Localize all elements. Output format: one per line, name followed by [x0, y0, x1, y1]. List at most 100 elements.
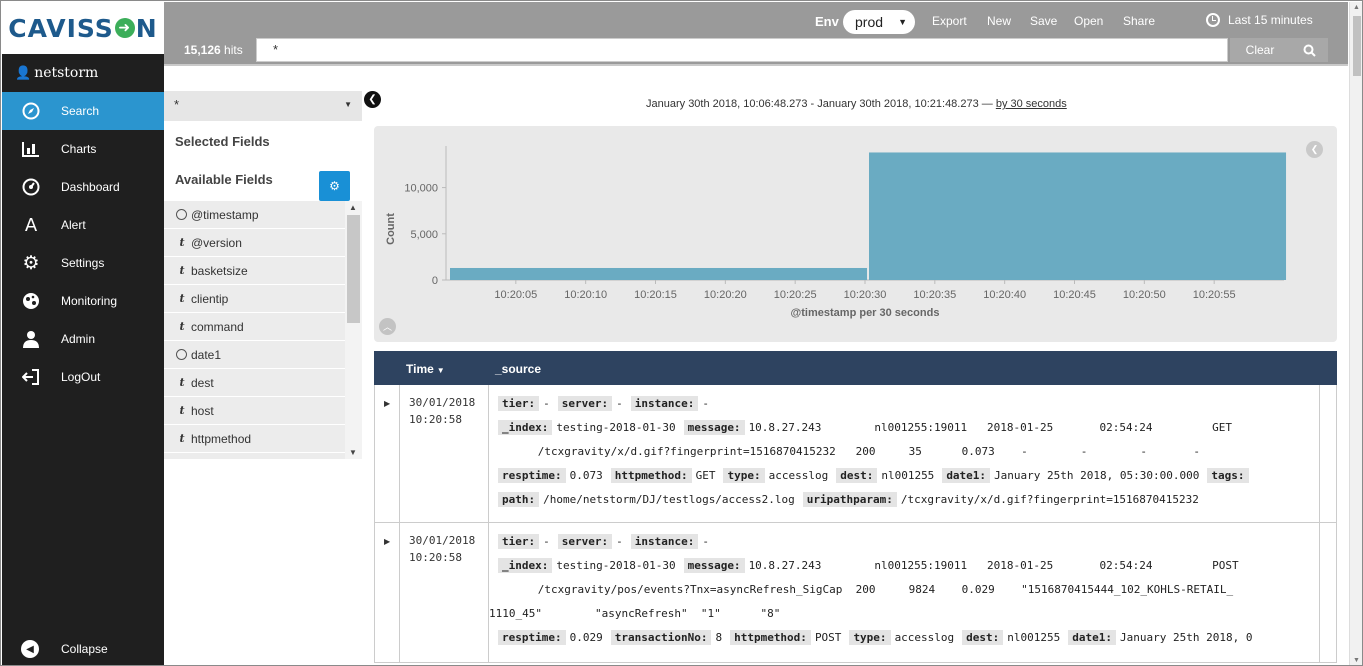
field-key[interactable]: transactionNo:	[610, 630, 712, 645]
source-cell: tier: - server: - instance: - _index: testing-2…	[489, 523, 1320, 662]
scroll-down-icon[interactable]: ▼	[349, 448, 357, 457]
field-item[interactable]: t basketsize	[164, 257, 345, 285]
field-key[interactable]: type:	[723, 468, 765, 483]
field-key[interactable]: message:	[683, 420, 745, 435]
x-axis-label: @timestamp per 30 seconds	[791, 307, 940, 319]
sidebar-item-admin[interactable]: Admin	[2, 320, 164, 358]
page-scrollbar[interactable]: ▲ ▼	[1349, 2, 1362, 665]
field-value: -	[702, 397, 709, 410]
field-settings-button[interactable]: ⚙	[319, 171, 350, 201]
chevron-left-icon: ◀	[21, 640, 39, 658]
field-value: -	[543, 535, 550, 548]
field-key[interactable]: resptime:	[498, 468, 566, 483]
field-item[interactable]: t command	[164, 313, 345, 341]
field-value: 0.029	[569, 631, 603, 644]
field-item[interactable]: t host	[164, 397, 345, 425]
field-key[interactable]: date1:	[942, 468, 991, 483]
field-key[interactable]: path:	[498, 492, 540, 507]
field-key[interactable]: tier:	[498, 534, 540, 549]
field-key[interactable]: server:	[557, 534, 613, 549]
histogram-bar	[869, 152, 1287, 280]
field-item[interactable]: t httpmethod	[164, 425, 345, 453]
x-tick-label: 10:20:20	[704, 289, 747, 301]
sidebar-item-label: Charts	[61, 142, 97, 156]
x-tick-label: 10:20:50	[1123, 289, 1166, 301]
time-range-picker[interactable]: Last 15 minutes	[1206, 13, 1313, 27]
field-key[interactable]: _index:	[498, 558, 553, 573]
field-key[interactable]: date1:	[1068, 630, 1117, 645]
sidebar-item-monitoring[interactable]: Monitoring	[2, 282, 164, 320]
sidebar-item-logout[interactable]: LogOut	[2, 358, 164, 396]
chart-collapse-button[interactable]: ❮	[1306, 141, 1323, 158]
scrollbar-thumb[interactable]	[1353, 16, 1361, 76]
chart-toggle-button[interactable]: ︿	[379, 318, 396, 335]
collapse-button[interactable]: ◀ Collapse	[2, 632, 164, 665]
field-item[interactable]: date1	[164, 341, 345, 369]
sidebar-item-charts[interactable]: Charts	[2, 130, 164, 168]
sidebar-item-alert[interactable]: A Alert	[2, 206, 164, 244]
time-range-label: Last 15 minutes	[1228, 13, 1313, 27]
sidebar: CAVISS ➜ N 👤 netstorm Search Charts Dashboar…	[2, 2, 164, 665]
expand-row-icon[interactable]: ▶	[384, 399, 390, 408]
field-key[interactable]: instance:	[630, 396, 699, 411]
fields-scrollbar[interactable]: ▲ ▼	[345, 201, 362, 459]
field-value: 0.073	[569, 469, 603, 482]
search-input[interactable]: *	[256, 38, 1228, 62]
field-key[interactable]: type:	[849, 630, 891, 645]
expand-row-icon[interactable]: ▶	[384, 537, 390, 546]
field-key[interactable]: uripathparam:	[802, 492, 897, 507]
new-link[interactable]: New	[987, 14, 1011, 28]
field-key[interactable]: tier:	[498, 396, 540, 411]
field-item[interactable]: t clientip	[164, 285, 345, 313]
field-item[interactable]: t @version	[164, 229, 345, 257]
bar-chart-icon	[21, 139, 41, 159]
field-key[interactable]: server:	[557, 396, 613, 411]
row-date: 30/01/2018	[409, 534, 476, 547]
env-select[interactable]: prod ▼	[843, 10, 915, 34]
row-time: 10:20:58	[409, 551, 462, 564]
y-tick-label: 0	[432, 275, 438, 287]
index-pattern-select[interactable]: * ▼	[164, 91, 362, 121]
search-button[interactable]	[1290, 38, 1328, 62]
field-key[interactable]: resptime:	[498, 630, 566, 645]
field-key[interactable]: httpmethod:	[730, 630, 811, 645]
open-link[interactable]: Open	[1074, 14, 1103, 28]
chevron-down-icon: ▼	[344, 100, 352, 109]
sidebar-item-dashboard[interactable]: Dashboard	[2, 168, 164, 206]
time-cell: 30/01/2018 10:20:58	[399, 523, 489, 662]
field-key[interactable]: httpmethod:	[610, 468, 692, 483]
export-link[interactable]: Export	[932, 14, 967, 28]
field-item[interactable]: t dest	[164, 369, 345, 397]
field-key[interactable]: tags:	[1207, 468, 1249, 483]
scroll-down-icon[interactable]: ▼	[1353, 657, 1360, 664]
time-column-header[interactable]: Time ▼	[406, 362, 445, 376]
field-key[interactable]: instance:	[630, 534, 699, 549]
save-link[interactable]: Save	[1030, 14, 1057, 28]
histogram-range: January 30th 2018, 10:06:48.273 - Januar…	[646, 98, 1067, 110]
sort-desc-icon[interactable]: ▼	[437, 366, 445, 375]
logout-icon	[21, 367, 41, 387]
sidebar-item-search[interactable]: Search	[2, 92, 164, 130]
field-key[interactable]: dest:	[836, 468, 878, 483]
y-tick-label: 10,000	[404, 183, 438, 195]
field-item[interactable]: @timestamp	[164, 201, 345, 229]
time-cell: 30/01/2018 10:20:58	[399, 385, 489, 522]
field-value: -	[616, 397, 623, 410]
interval-link[interactable]: by 30 seconds	[996, 98, 1067, 110]
sidebar-item-settings[interactable]: ⚙ Settings	[2, 244, 164, 282]
source-line: /tcxgravity/x/d.gif?fingerprint=15168704…	[498, 440, 1319, 464]
chevron-left-icon: ❮	[368, 94, 377, 105]
top-toolbar: Env prod ▼ Export New Save Open Share La…	[164, 2, 1348, 66]
env-label: Env	[815, 14, 839, 29]
collapse-fields-button[interactable]: ❮	[364, 91, 381, 108]
scrollbar-thumb[interactable]	[347, 215, 360, 323]
field-key[interactable]: dest:	[962, 630, 1004, 645]
field-key[interactable]: message:	[683, 558, 745, 573]
scroll-up-icon[interactable]: ▲	[349, 203, 357, 212]
x-tick-label: 10:20:05	[494, 289, 537, 301]
clear-button[interactable]: Clear	[1230, 38, 1290, 62]
field-key[interactable]: _index:	[498, 420, 553, 435]
share-link[interactable]: Share	[1123, 14, 1155, 28]
scroll-up-icon[interactable]: ▲	[1353, 4, 1360, 11]
field-value: nl001255	[881, 469, 935, 482]
